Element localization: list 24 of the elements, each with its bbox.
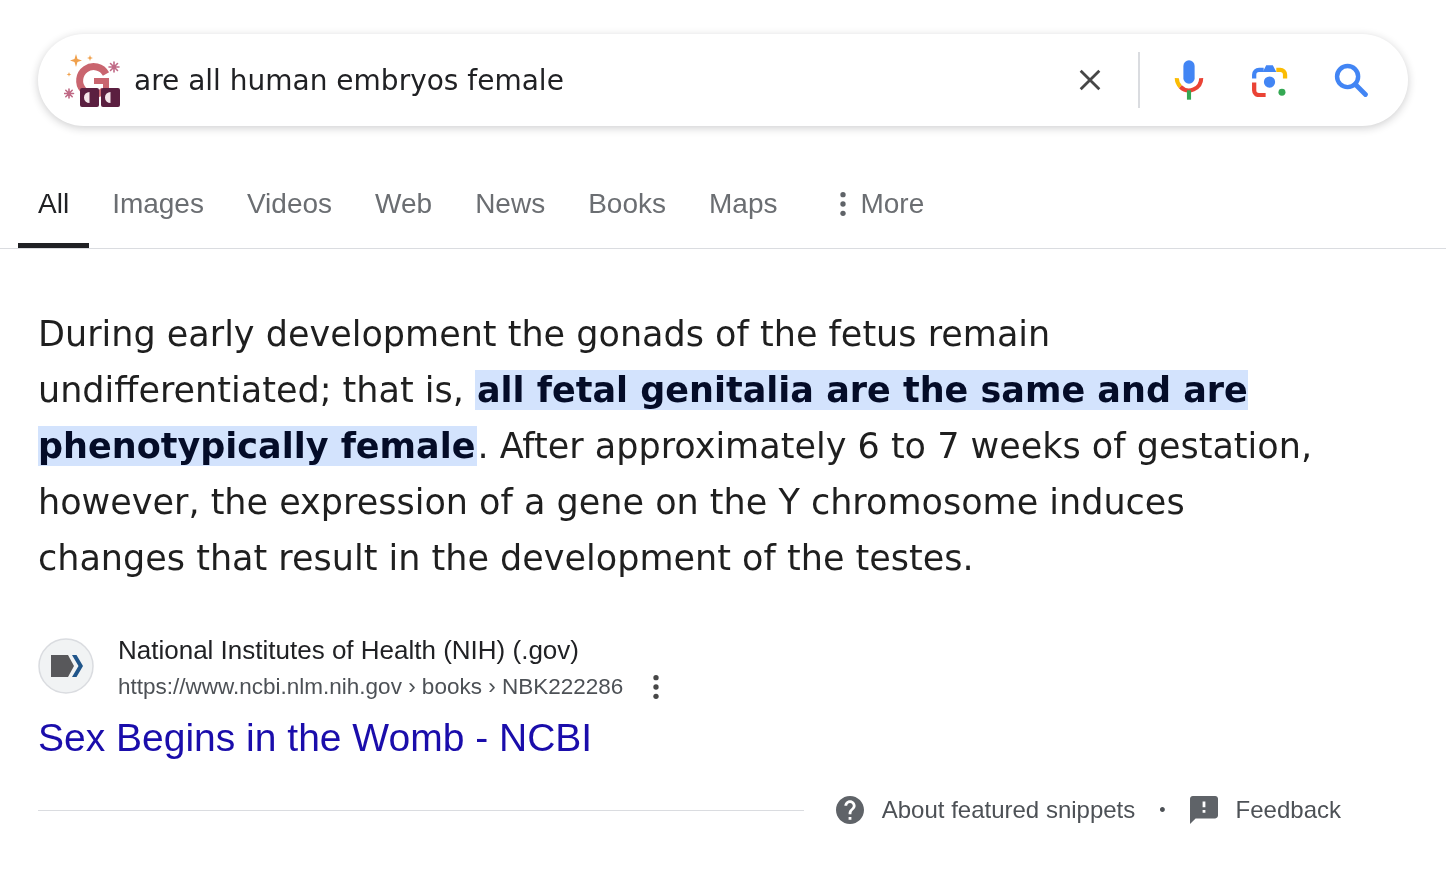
help-icon	[835, 796, 864, 824]
search-tab[interactable]: Videos	[226, 170, 353, 248]
camera-icon[interactable]	[1252, 63, 1288, 97]
search-tab[interactable]: All	[18, 170, 90, 248]
microphone-icon[interactable]	[1174, 59, 1204, 101]
search-tab[interactable]: More	[820, 170, 945, 248]
result-title-link[interactable]: Sex Begins in the Womb - NCBI	[38, 714, 593, 762]
search-tab[interactable]: Books	[568, 170, 686, 248]
site-url: https://www.ncbi.nlm.nih.gov › books › NBK222286	[118, 673, 624, 701]
search-tab[interactable]: Web	[355, 170, 453, 248]
more-vert-icon[interactable]	[653, 675, 660, 699]
search-tab[interactable]: Maps	[689, 170, 798, 248]
more-vert-icon	[840, 191, 847, 216]
search-icon[interactable]	[1334, 63, 1368, 97]
site-favicon-icon[interactable]	[38, 638, 94, 694]
feedback-icon	[1189, 796, 1218, 824]
separator-dot: •	[1159, 799, 1166, 821]
footer-link[interactable]: Feedback	[1189, 796, 1341, 824]
search-tab[interactable]: News	[455, 170, 566, 248]
footer-link[interactable]: About featured snippets	[835, 796, 1136, 824]
site-name: National Institutes of Health (NIH) (.gov)	[118, 634, 580, 667]
snippet-text: During early development the gonads of the fetus remain undifferentiated; that is, all fetal genitalia are the same and are phenotypically female. After approximately 6 to 7 weeks of gestation, however, the expression of a gene on the Y chromosome induces changes that result in the development of the testes.	[38, 313, 1314, 580]
search-tab[interactable]: Images	[92, 170, 224, 248]
search-field[interactable]: are all human embryos female	[134, 60, 1076, 100]
